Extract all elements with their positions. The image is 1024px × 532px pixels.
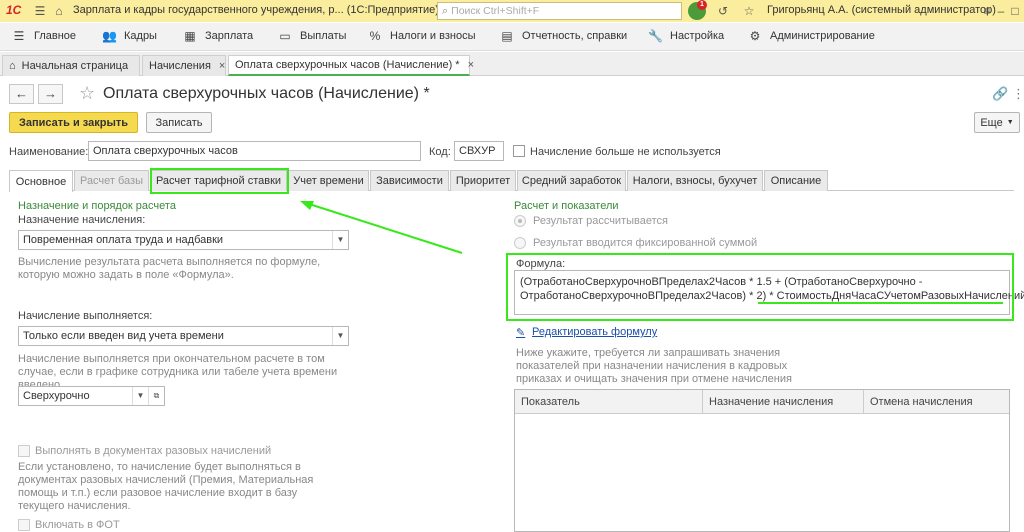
annotation-arrow-line (305, 202, 463, 254)
annotation-arrow-head (300, 201, 314, 210)
annotation-arrow (300, 201, 1003, 304)
